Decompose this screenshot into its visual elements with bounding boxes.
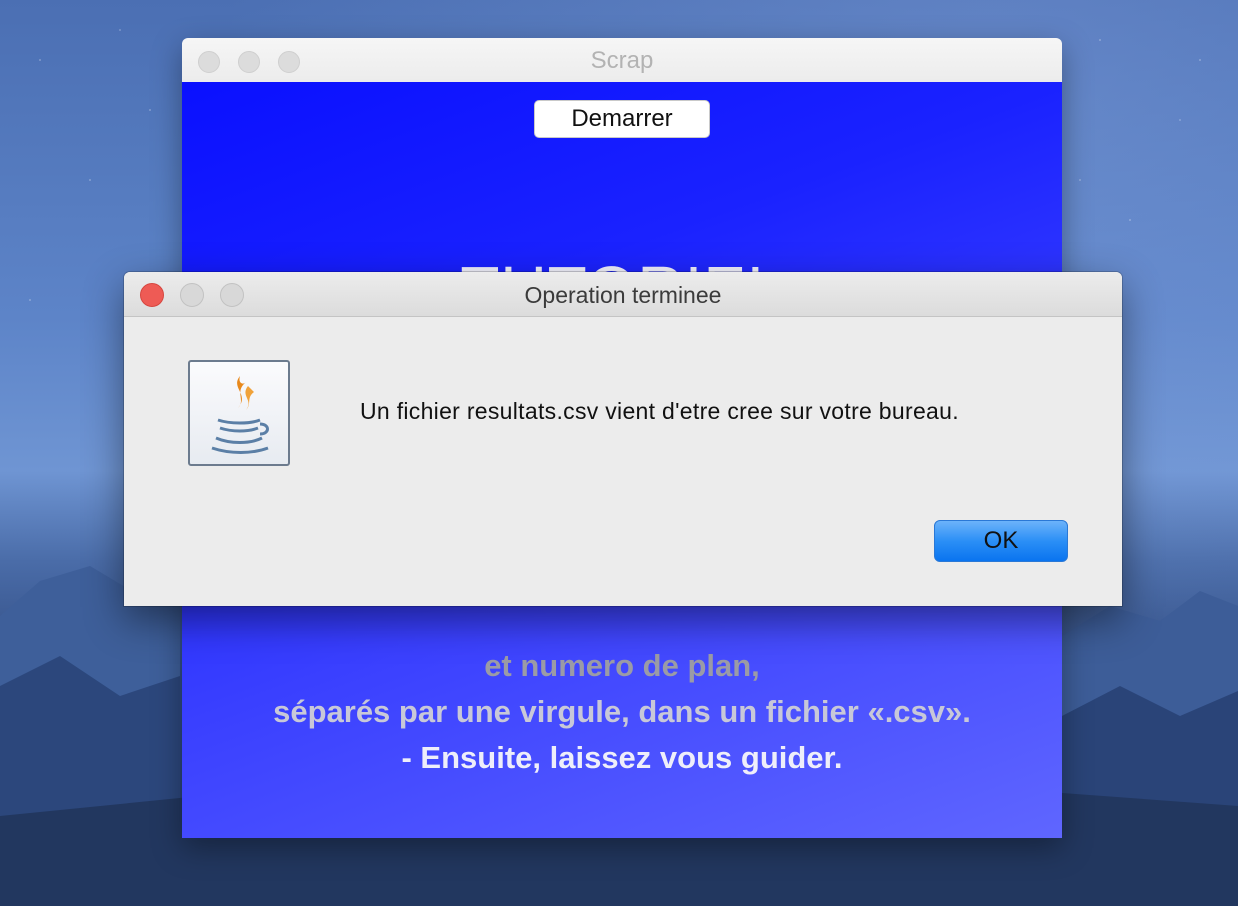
scrap-window-title: Scrap bbox=[590, 47, 654, 74]
dialog-title: Operation terminee bbox=[524, 282, 722, 308]
desktop-background: Scrap Demarrer TUTORIEL et numero de pla… bbox=[0, 0, 1238, 906]
scrap-titlebar: Scrap bbox=[182, 38, 1062, 83]
dialog-titlebar: Operation terminee bbox=[124, 272, 1122, 317]
dialog-message: Un fichier resultats.csv vient d'etre cr… bbox=[360, 398, 959, 424]
tutorial-line: séparés par une virgule, dans un fichier… bbox=[273, 694, 971, 729]
java-icon bbox=[188, 360, 290, 466]
tutorial-line: et numero de plan, bbox=[484, 648, 760, 683]
tutorial-line: - Ensuite, laissez vous guider. bbox=[401, 740, 843, 775]
ok-button[interactable]: OK bbox=[934, 520, 1068, 562]
start-button[interactable]: Demarrer bbox=[534, 100, 710, 138]
operation-dialog: Operation terminee Un fichier resultats.… bbox=[124, 272, 1122, 606]
